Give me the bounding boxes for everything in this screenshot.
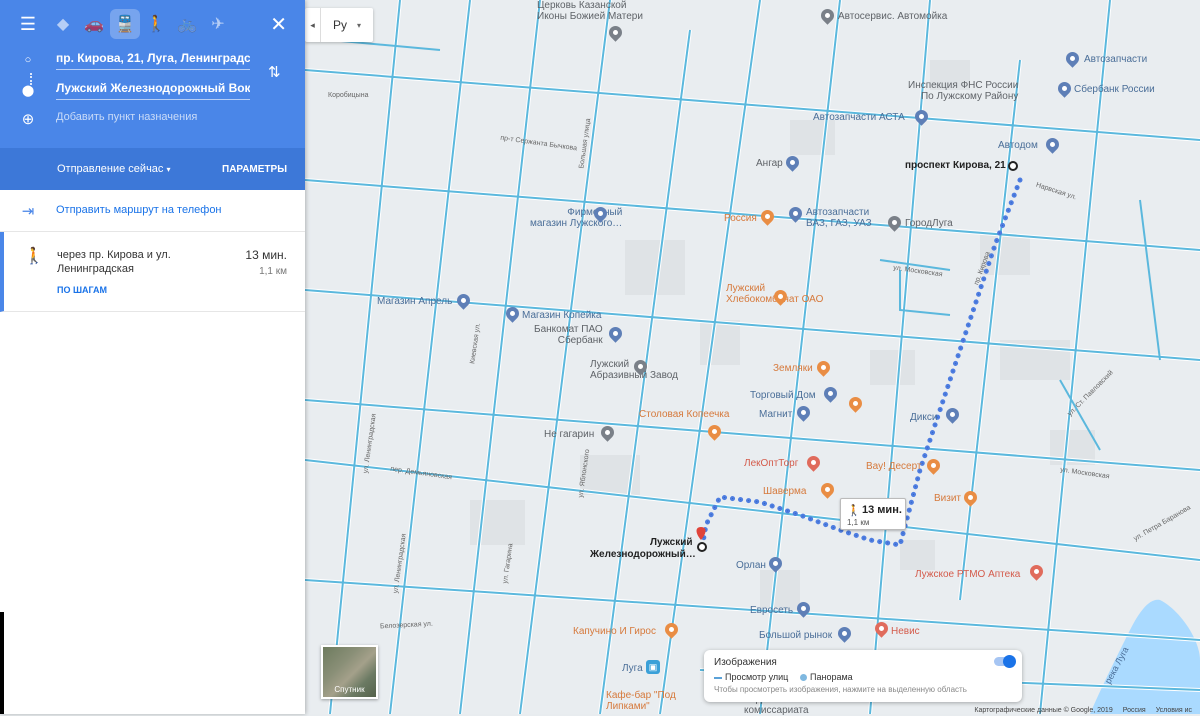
language-value: Ру [333, 18, 348, 32]
place-zemlyaki[interactable]: Земляки [773, 363, 813, 374]
place-sberbank-russia[interactable]: Сбербанк России [1074, 84, 1155, 95]
attribution-data: Картографические данные © Google, 2019 [974, 707, 1113, 714]
place-shaverma[interactable]: Шаверма [763, 486, 807, 497]
satellite-label: Спутник [334, 685, 365, 694]
place-firm-store[interactable]: Фирменныймагазин Лужского… [530, 207, 622, 229]
place-church[interactable]: Церковь Казанской Иконы Божией Матери [537, 0, 643, 22]
place-autoservice[interactable]: Автосервис. Автомойка [838, 11, 947, 22]
place-russia[interactable]: Россия [724, 213, 757, 224]
place-ne-gagarin[interactable]: Не гагарин [544, 429, 594, 440]
badge-distance: 1,1 км [847, 518, 870, 527]
destination-input[interactable]: Лужский Железнодорожный Вокзал [56, 81, 250, 100]
place-magnit[interactable]: Магнит [759, 409, 792, 420]
directions-panel: ☰ ◆ 🚗 🚆 🚶 🚲 ✈ ✕ ○ пр. Кирова, 21, Луга, … [0, 0, 305, 714]
route-duration: 13 мин. [245, 248, 287, 262]
place-nevis[interactable]: Невис [891, 626, 920, 637]
travel-mode-row: ☰ ◆ 🚗 🚆 🚶 🚲 ✈ [0, 0, 305, 48]
destination-label-1[interactable]: Лужский [650, 537, 693, 548]
origin-input[interactable]: пр. Кирова, 21, Луга, Ленинградская [56, 51, 250, 70]
map-attribution: Картографические данные © Google, 2019 Р… [974, 707, 1192, 714]
origin-field[interactable]: ○ пр. Кирова, 21, Луга, Ленинградская [0, 45, 300, 75]
depart-label: Отправление сейчас [57, 163, 164, 175]
send-phone-icon: ⇥ [21, 202, 35, 220]
place-kopeika[interactable]: Магазин Копейка [522, 310, 601, 321]
transit-icon[interactable]: 🚆 [110, 9, 140, 39]
attribution-terms[interactable]: Условия ис [1156, 707, 1192, 714]
place-stolovaya[interactable]: Столовая Копеечка [639, 409, 729, 420]
send-to-phone[interactable]: ⇥ Отправить маршрут на телефон [0, 190, 305, 232]
place-gorodluga[interactable]: ГородЛуга [905, 218, 953, 229]
place-kapuchino[interactable]: Капучино И Гирос [573, 626, 656, 637]
place-autoparts[interactable]: Автозапчасти [1084, 54, 1147, 65]
add-destination[interactable]: ⊕ Добавить пункт назначения [0, 104, 300, 134]
place-kafe[interactable]: Кафе-бар "Под Липками" [606, 690, 676, 712]
place-orlan[interactable]: Орлан [736, 560, 766, 571]
images-toggle[interactable] [994, 655, 1016, 668]
add-icon: ⊕ [21, 111, 35, 128]
route-duration-badge[interactable]: 🚶 13 мин. 1,1 км [840, 498, 906, 530]
badge-duration: 13 мин. [862, 504, 902, 516]
place-asta[interactable]: Автозапчасти АСТА [813, 112, 905, 123]
route-via: через пр. Кирова и ул. Ленинградская [57, 249, 171, 275]
add-destination-placeholder[interactable]: Добавить пункт назначения [56, 111, 250, 127]
place-avtodom[interactable]: Автодом [998, 140, 1038, 151]
train-station-icon[interactable]: ▣ [646, 660, 660, 674]
directions-header: ☰ ◆ 🚗 🚆 🚶 🚲 ✈ ✕ ○ пр. Кирова, 21, Луга, … [0, 0, 305, 190]
place-april[interactable]: Магазин Апрель [377, 296, 452, 307]
step-by-step-button[interactable]: ПО ШАГАМ [57, 285, 107, 295]
walk-icon[interactable]: 🚶 [141, 9, 171, 39]
destination-field[interactable]: ⬤ Лужский Железнодорожный Вокзал [0, 75, 300, 105]
depart-row: Отправление сейчас ▾ ПАРАМЕТРЫ [0, 148, 305, 190]
collapse-panel-icon[interactable]: ◂ [305, 8, 321, 42]
panorama-option[interactable]: Панорама [800, 672, 853, 682]
street-view-option[interactable]: Просмотр улиц [714, 672, 788, 682]
route-result[interactable]: 🚶 через пр. Кирова и ул. Ленинградская 1… [0, 232, 305, 312]
walk-icon: 🚶 [847, 505, 861, 517]
destination-pin-icon: ⬤ [21, 84, 35, 97]
place-diks[interactable]: Дикси [910, 412, 937, 423]
panorama-label: Панорама [810, 672, 853, 682]
street-view-label: Просмотр улиц [725, 672, 789, 682]
params-button[interactable]: ПАРАМЕТРЫ [222, 164, 287, 175]
images-panel[interactable]: Изображения Просмотр улиц Панорама Чтобы… [704, 650, 1022, 702]
bike-icon[interactable]: 🚲 [172, 9, 202, 39]
place-evroset[interactable]: Евросеть [750, 605, 793, 616]
place-torg-dom[interactable]: Торговый Дом [750, 390, 816, 401]
place-angar[interactable]: Ангар [756, 158, 783, 169]
origin-marker[interactable] [1008, 161, 1018, 171]
language-selector[interactable]: ◂ Ру ▾ [305, 8, 373, 42]
window-edge [0, 612, 4, 714]
attribution-country[interactable]: Россия [1123, 707, 1146, 714]
plane-icon[interactable]: ✈ [203, 9, 233, 39]
best-route-icon[interactable]: ◆ [48, 9, 78, 39]
place-vaz[interactable]: Автозапчасти ВАЗ, ГАЗ, УАЗ [806, 207, 872, 229]
menu-icon[interactable]: ☰ [14, 10, 42, 38]
satellite-toggle[interactable]: Спутник [321, 645, 378, 699]
car-icon[interactable]: 🚗 [79, 9, 109, 39]
place-bankomat[interactable]: Банкомат ПАО Сбербанк [534, 324, 603, 346]
place-bolshoi[interactable]: Большой рынок [759, 630, 832, 641]
chevron-down-icon[interactable]: ▾ [357, 21, 361, 30]
place-apteka[interactable]: Лужское РТМО Аптека [915, 569, 1020, 580]
send-to-phone-label: Отправить маршрут на телефон [56, 204, 222, 216]
images-title: Изображения [714, 657, 777, 668]
road-label: Коробицына [328, 92, 369, 99]
place-vau[interactable]: Вау! Десерт [866, 461, 922, 472]
route-distance: 1,1 км [259, 266, 287, 277]
images-hint: Чтобы просмотреть изображения, нажмите н… [714, 685, 967, 694]
walk-icon: 🚶 [24, 248, 44, 265]
origin-label[interactable]: проспект Кирова, 21 [905, 160, 1006, 171]
chevron-down-icon: ▾ [166, 165, 171, 174]
origin-dot-icon: ○ [24, 54, 32, 66]
close-icon[interactable]: ✕ [270, 12, 287, 37]
place-vizit[interactable]: Визит [934, 493, 961, 504]
depart-dropdown[interactable]: Отправление сейчас ▾ [57, 163, 171, 175]
destination-label-2[interactable]: Железнодорожный… [590, 549, 696, 560]
place-luga-station[interactable]: Луга [622, 663, 643, 674]
place-fns[interactable]: Инспекция ФНС России По Лужскому Району [908, 80, 1018, 102]
place-lekopt[interactable]: ЛекОптТорг [744, 458, 798, 469]
